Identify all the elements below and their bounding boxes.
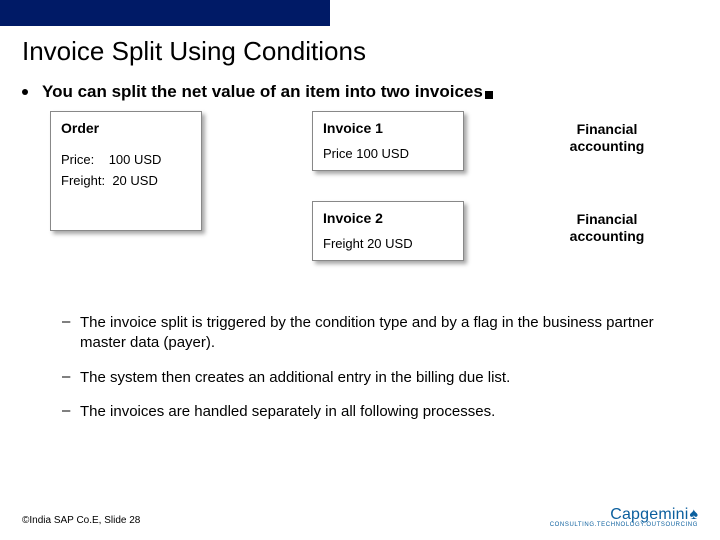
dash-icon: – xyxy=(62,313,72,330)
bullet-icon xyxy=(22,89,28,95)
sub-bullet: – The invoices are handled separately in… xyxy=(62,402,692,422)
order-price-label: Price: xyxy=(61,152,94,167)
invoice2-box: Invoice 2 Freight 20 USD xyxy=(312,201,464,261)
diagram: Order Price: 100 USD Freight: 20 USD Inv… xyxy=(42,111,698,301)
financial-accounting-label-2: Financial accounting xyxy=(552,211,662,245)
page-title: Invoice Split Using Conditions xyxy=(22,36,698,67)
order-freight-value: 20 USD xyxy=(112,173,158,188)
financial-accounting-label-1: Financial accounting xyxy=(552,121,662,155)
invoice2-header: Invoice 2 xyxy=(323,210,453,226)
invoice1-header: Invoice 1 xyxy=(323,120,453,136)
invoice1-box: Invoice 1 Price 100 USD xyxy=(312,111,464,171)
sub-bullet-text: The invoice split is triggered by the co… xyxy=(80,313,692,354)
order-header: Order xyxy=(61,120,191,136)
logo-name: Capgemini xyxy=(610,506,688,523)
main-bullet: You can split the net value of an item i… xyxy=(22,81,698,103)
sub-bullet-text: The invoices are handled separately in a… xyxy=(80,402,495,422)
dash-icon: – xyxy=(62,368,72,385)
footer-text: ©India SAP Co.E, Slide 28 xyxy=(22,515,140,526)
sub-bullet: – The invoice split is triggered by the … xyxy=(62,313,692,354)
sub-bullet: – The system then creates an additional … xyxy=(62,368,692,388)
header-bar xyxy=(0,0,330,26)
invoice2-line: Freight 20 USD xyxy=(323,236,453,251)
dash-icon: – xyxy=(62,402,72,419)
period-square xyxy=(485,91,493,99)
order-price-value: 100 USD xyxy=(109,152,162,167)
logo: Capgemini♠ CONSULTING.TECHNOLOGY.OUTSOUR… xyxy=(550,506,698,528)
main-bullet-text: You can split the net value of an item i… xyxy=(42,82,483,101)
spade-icon: ♠ xyxy=(690,506,699,523)
sub-bullet-text: The system then creates an additional en… xyxy=(80,368,510,388)
invoice1-line: Price 100 USD xyxy=(323,146,453,161)
logo-tagline: CONSULTING.TECHNOLOGY.OUTSOURCING xyxy=(550,522,698,528)
order-freight-label: Freight: xyxy=(61,173,105,188)
sub-bullet-list: – The invoice split is triggered by the … xyxy=(62,313,692,422)
order-box: Order Price: 100 USD Freight: 20 USD xyxy=(50,111,202,231)
